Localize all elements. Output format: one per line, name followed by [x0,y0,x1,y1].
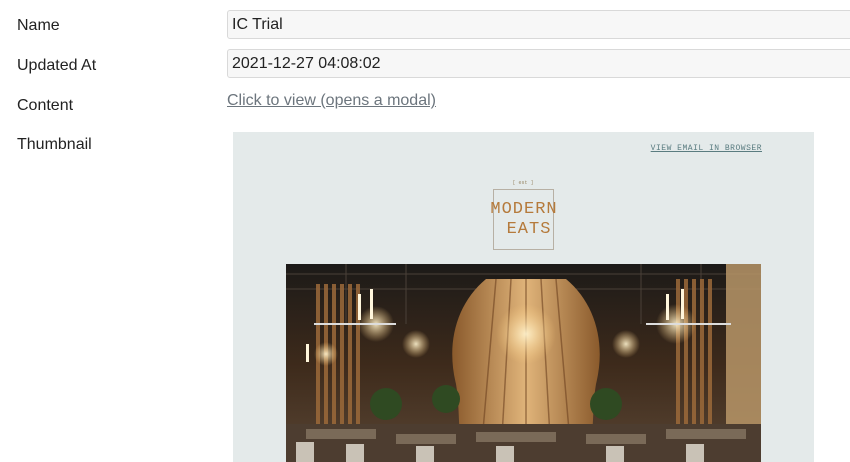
restaurant-photo [286,264,761,462]
logo-line-2: EATS [506,220,552,239]
logo-est-text: [ est ] [512,180,534,186]
restaurant-interior-image [286,264,761,462]
name-field[interactable]: IC Trial [227,10,850,39]
brand-logo: MODERN EATS [479,200,569,240]
label-updated-at: Updated At [17,57,97,74]
label-name: Name [17,17,60,34]
updated-at-field[interactable]: 2021-12-27 04:08:02 [227,49,850,78]
email-thumbnail[interactable]: VIEW EMAIL IN BROWSER [ est ] MODERN EAT… [233,132,814,462]
logo-line-1: MODERN [490,200,558,219]
content-view-link[interactable]: Click to view (opens a modal) [227,92,436,110]
label-content: Content [17,97,74,114]
view-in-browser-link: VIEW EMAIL IN BROWSER [650,144,762,153]
label-thumbnail: Thumbnail [17,136,92,153]
